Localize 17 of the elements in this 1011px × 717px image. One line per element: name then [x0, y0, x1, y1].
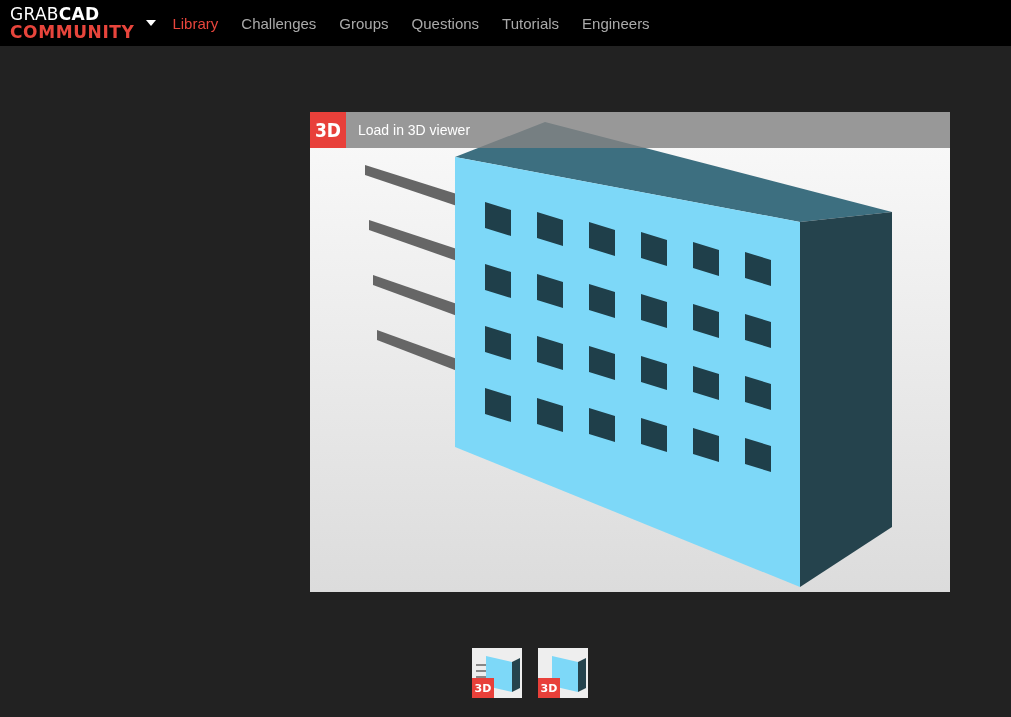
- nav-link[interactable]: Challenges: [241, 14, 317, 32]
- 3d-badge: 3D: [310, 112, 346, 148]
- nav-link[interactable]: Engineers: [582, 14, 650, 32]
- nav-link[interactable]: Groups: [339, 14, 389, 32]
- 3d-badge: 3D: [538, 678, 560, 698]
- viewer-bar[interactable]: 3D Load in 3D viewer: [310, 112, 950, 148]
- model-thumbnail[interactable]: 3D: [538, 648, 588, 698]
- nav-link[interactable]: Tutorials: [502, 14, 560, 32]
- 3d-badge: 3D: [472, 678, 494, 698]
- caret-icon[interactable]: [146, 20, 157, 26]
- brand-tagline[interactable]: COMMUNITY: [10, 23, 135, 41]
- nav-link[interactable]: Questions: [411, 14, 480, 32]
- viewer-label: Load in 3D viewer: [358, 122, 471, 138]
- brand-name[interactable]: GRABCAD: [10, 5, 135, 23]
- model-viewer[interactable]: 3D Load in 3D viewer: [310, 112, 950, 592]
- nav-link[interactable]: Library: [172, 14, 219, 32]
- model-thumbnail[interactable]: 3D: [472, 648, 522, 698]
